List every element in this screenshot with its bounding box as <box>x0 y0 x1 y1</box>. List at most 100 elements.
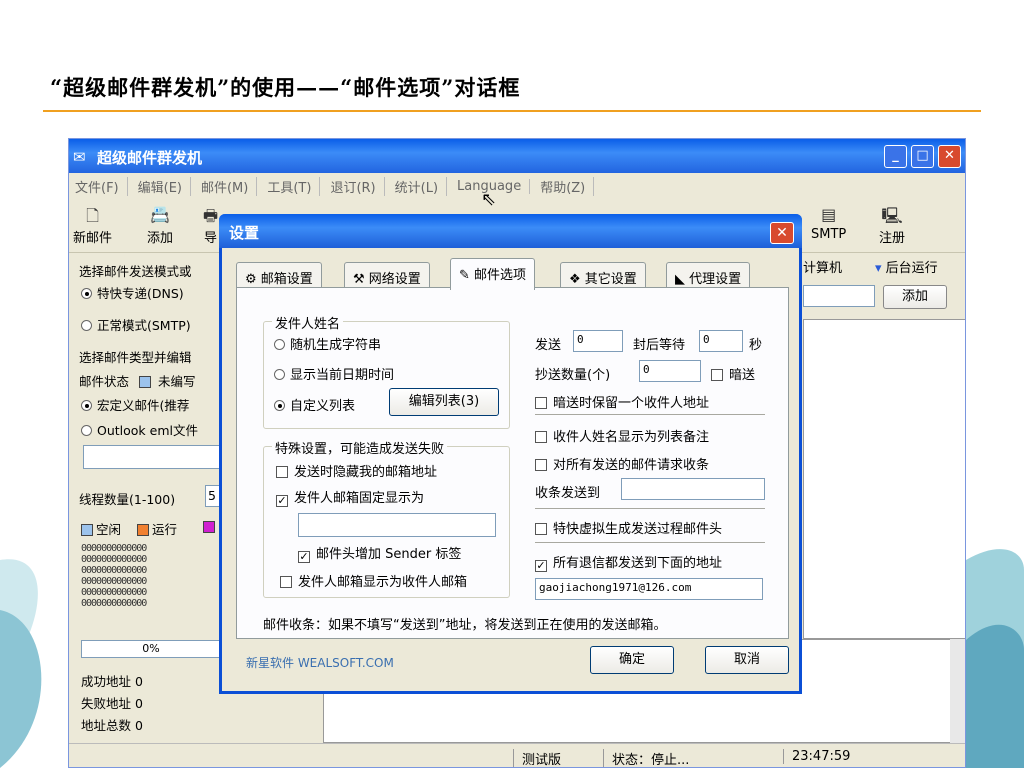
ok-button[interactable]: 确定 <box>590 646 674 674</box>
tab-mail-options[interactable]: ✎ 邮件选项 <box>450 258 536 290</box>
gift-icon: ❖ <box>569 272 585 287</box>
sender-tag-checkbox[interactable]: ✓ 邮件头增加 Sender 标签 <box>298 543 461 563</box>
checkbox-icon <box>711 369 723 381</box>
divider <box>535 508 765 509</box>
macro-mail-radio[interactable]: 宏定义邮件(推荐 <box>81 395 189 414</box>
toolbar-new-mail-button[interactable]: 🗋 新邮件 <box>73 205 112 246</box>
idle-color-icon <box>81 524 93 536</box>
fixed-sender-checkbox[interactable]: ✓ 发件人邮箱固定显示为 <box>276 487 424 507</box>
toolbar-smtp-button[interactable]: ▤ SMTP <box>811 205 846 242</box>
thread-cell-row: 0000000000000 <box>81 554 147 565</box>
menu-tools[interactable]: 工具(T) <box>267 176 321 196</box>
sender-name-group: 发件人姓名 随机生成字符串 显示当前日期时间 自定义列表 编辑列表(3) <box>263 313 510 429</box>
tab-proxy-settings[interactable]: ◣ 代理设置 <box>666 262 751 288</box>
legend-idle: 空闲 <box>81 519 121 538</box>
toolbar-register-button[interactable]: 🖳 注册 <box>879 205 905 246</box>
running-color-icon <box>137 524 149 536</box>
wait-label: 封后等待 <box>633 338 686 353</box>
hide-mailbox-checkbox[interactable]: 发送时隐藏我的邮箱地址 <box>276 461 437 480</box>
mode-express-radio[interactable]: 特快专递(DNS) <box>81 283 184 302</box>
menu-file[interactable]: 文件(F) <box>75 176 128 196</box>
thread-cell-row: 0000000000000 <box>81 565 147 576</box>
app-logo-icon: ✉ <box>73 148 86 166</box>
tab-mailbox-settings-label: 邮箱设置 <box>260 272 313 287</box>
background-run-button[interactable]: ▾ 后台运行 <box>875 257 938 276</box>
menu-unsubscribe[interactable]: 退订(R) <box>330 176 385 196</box>
fake-header-checkbox[interactable]: 特快虚拟生成发送过程邮件头 <box>535 518 722 537</box>
log-scrollbar[interactable] <box>950 639 965 743</box>
status-bar: 测试版 状态：停止... 23:47:59 <box>69 743 965 767</box>
sender-random-radio[interactable]: 随机生成字符串 <box>274 334 381 353</box>
toolbar-export-button[interactable]: 🖶 导 <box>203 205 218 246</box>
radio-icon <box>81 425 92 436</box>
close-button[interactable]: ✕ <box>938 145 961 168</box>
thread-cell-row: 0000000000000 <box>81 576 147 587</box>
bounce-address-input[interactable]: gaojiachong1971@126.com <box>535 578 763 600</box>
outlook-file-label: Outlook eml文件 <box>97 423 198 438</box>
sender-random-label: 随机生成字符串 <box>290 338 382 353</box>
progress-bar: 0% <box>81 640 221 658</box>
cancel-button[interactable]: 取消 <box>705 646 789 674</box>
sender-date-radio[interactable]: 显示当前日期时间 <box>274 364 394 383</box>
mode-normal-radio[interactable]: 正常模式(SMTP) <box>81 315 191 334</box>
menu-help[interactable]: 帮助(Z) <box>540 176 595 196</box>
tab-other-settings[interactable]: ❖ 其它设置 <box>560 262 646 288</box>
radio-icon <box>274 369 285 380</box>
bounce-to-checkbox[interactable]: ✓ 所有退信都发送到下面的地址 <box>535 552 722 572</box>
receipt-checkbox[interactable]: 对所有发送的邮件请求收条 <box>535 454 709 473</box>
add-address-button[interactable]: 添加 <box>883 285 947 309</box>
radio-icon <box>81 320 92 331</box>
server-icon: ▤ <box>821 205 837 224</box>
toolbar-add-button[interactable]: 📇 添加 <box>147 205 173 246</box>
thread-cell-row: 0000000000000 <box>81 598 147 609</box>
send-count-input[interactable]: 0 <box>573 330 623 352</box>
status-state: 状态：停止... <box>603 749 689 767</box>
checkbox-icon <box>535 523 547 535</box>
mail-status: 邮件状态 未编写 <box>79 371 196 390</box>
receipt-to-input[interactable] <box>621 478 765 500</box>
tab-network-settings[interactable]: ⚒ 网络设置 <box>344 262 430 288</box>
divider <box>535 414 765 415</box>
tab-mail-options-label: 邮件选项 <box>474 268 527 283</box>
legend-other <box>203 519 218 534</box>
bcc-checkbox[interactable]: 暗送 <box>711 364 755 383</box>
file-path-input[interactable] <box>83 445 223 469</box>
wait-seconds-input[interactable]: 0 <box>699 330 743 352</box>
mail-status-value: 未编写 <box>157 374 196 389</box>
send-count-label: 发送 <box>535 338 562 353</box>
mode-normal-label: 正常模式(SMTP) <box>97 318 191 333</box>
mail-status-label: 邮件状态 <box>79 374 130 389</box>
fake-header-label: 特快虚拟生成发送过程邮件头 <box>553 522 723 537</box>
legend-running-label: 运行 <box>152 522 178 537</box>
cc-count-input[interactable]: 0 <box>639 360 701 382</box>
thread-cells: 0000000000000 0000000000000 000000000000… <box>81 543 147 609</box>
radio-icon <box>274 339 285 350</box>
proxy-icon: ◣ <box>675 272 690 287</box>
tab-mailbox-settings[interactable]: ⚙ 邮箱设置 <box>236 262 322 288</box>
menu-edit[interactable]: 编辑(E) <box>138 176 191 196</box>
menu-mail[interactable]: 邮件(M) <box>201 176 258 196</box>
address-list[interactable] <box>803 319 965 639</box>
menu-statistics[interactable]: 统计(L) <box>395 176 448 196</box>
divider <box>535 542 765 543</box>
maximize-button[interactable]: □ <box>911 145 934 168</box>
outlook-file-radio[interactable]: Outlook eml文件 <box>81 420 198 439</box>
checkbox-checked-icon: ✓ <box>535 559 547 572</box>
sender-name-group-label: 发件人姓名 <box>272 313 344 332</box>
name-as-note-checkbox[interactable]: 收件人姓名显示为列表备注 <box>535 426 709 445</box>
address-input[interactable] <box>803 285 875 307</box>
sender-custom-radio[interactable]: 自定义列表 <box>274 395 355 414</box>
minimize-button[interactable]: _ <box>884 145 907 168</box>
app-title: 超级邮件群发机 <box>97 149 203 167</box>
status-time: 23:47:59 <box>783 749 850 764</box>
dialog-titlebar: 设置 <box>219 214 802 248</box>
mail-options-icon: ✎ <box>459 268 475 283</box>
bcc-keep-checkbox[interactable]: 暗送时保留一个收件人地址 <box>535 392 709 411</box>
checkbox-icon <box>280 576 292 588</box>
checkbox-icon <box>276 466 288 478</box>
new-mail-icon: 🗋 <box>86 206 99 225</box>
edit-list-button[interactable]: 编辑列表(3) <box>389 388 499 416</box>
fixed-sender-input[interactable] <box>298 513 496 537</box>
sender-as-recipient-checkbox[interactable]: 发件人邮箱显示为收件人邮箱 <box>280 571 467 590</box>
dialog-close-button[interactable]: ✕ <box>770 222 794 244</box>
